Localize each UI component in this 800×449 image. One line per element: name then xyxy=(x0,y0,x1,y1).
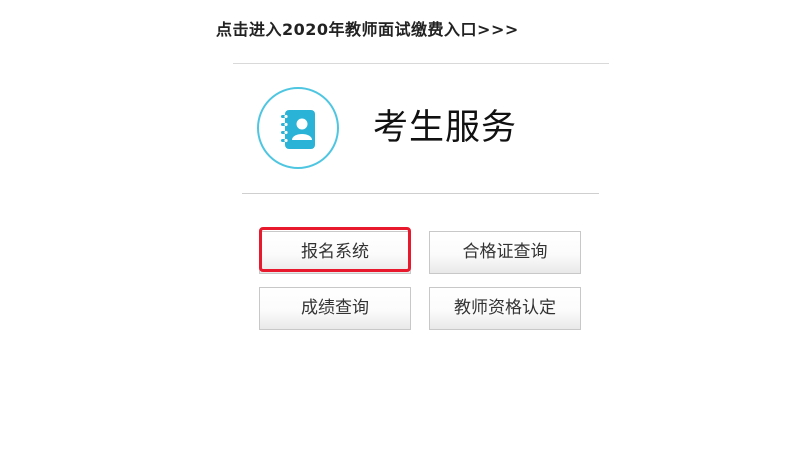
registration-system-button[interactable]: 报名系统 xyxy=(259,231,411,274)
page: 点击进入2020年教师面试缴费入口>>> 考生服务 报名系统 合格证查询 成绩查… xyxy=(0,0,800,449)
payment-entry-link[interactable]: 点击进入2020年教师面试缴费入口>>> xyxy=(216,16,519,40)
score-query-button[interactable]: 成绩查询 xyxy=(259,287,411,330)
teacher-qualification-button[interactable]: 教师资格认定 xyxy=(429,287,581,330)
section-divider xyxy=(242,193,599,194)
service-title: 考生服务 xyxy=(373,108,518,148)
address-book-icon xyxy=(257,87,339,169)
certificate-query-button[interactable]: 合格证查询 xyxy=(429,231,581,274)
top-divider xyxy=(233,63,609,64)
